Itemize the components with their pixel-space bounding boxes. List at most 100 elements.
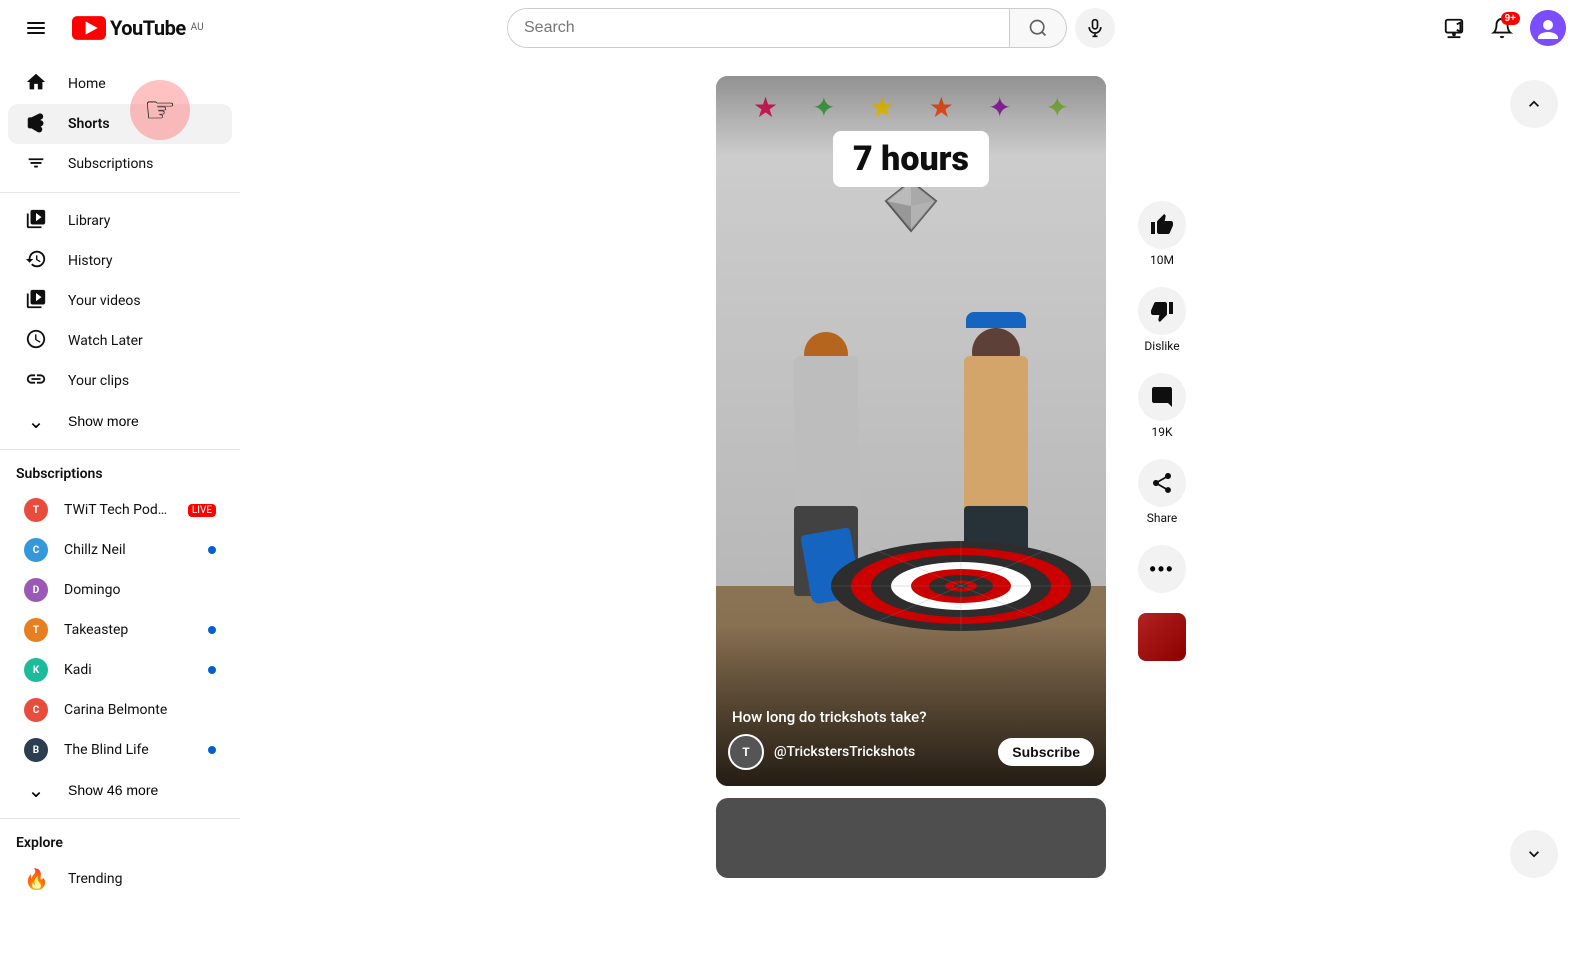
sidebar-item-shorts[interactable]: Shorts [8,104,232,144]
create-button[interactable] [1434,8,1474,48]
watch-later-icon [24,328,48,355]
comment-action: 19K [1138,373,1186,439]
header-center [272,8,1350,48]
home-icon [24,71,48,98]
search-button[interactable] [1010,8,1068,48]
channel-row: T @TrickstersTrickshots Subscribe [728,734,1094,770]
mic-button[interactable] [1075,8,1115,48]
menu-button[interactable] [16,8,56,48]
new-dot-kadi [208,666,216,674]
sidebar-item-subscriptions[interactable]: Subscriptions [8,144,232,184]
comment-button[interactable] [1138,373,1186,421]
like-action: 10M [1138,201,1186,267]
subscription-item-blindlife[interactable]: B The Blind Life [8,730,232,770]
subscription-item-carina[interactable]: C Carina Belmonte [8,690,232,730]
sub-avatar-domingo: D [24,578,48,602]
sidebar-item-history[interactable]: History [8,241,232,281]
library-icon [24,208,48,235]
show-more-subs-label: Show 46 more [68,782,158,798]
dislike-action: Dislike [1138,287,1186,353]
sidebar-item-watch-later[interactable]: Watch Later [8,321,232,361]
subscription-item-twit[interactable]: T TWiT Tech Podc... LIVE [8,490,232,530]
share-label: Share [1147,511,1178,525]
sidebar-item-trending-label: Trending [68,871,123,887]
header-left: YouTube AU [16,8,256,48]
dislike-button[interactable] [1138,287,1186,335]
channel-name: @TrickstersTrickshots [774,744,988,760]
short-video: ★ ✦ ★ ★ ✦ ✦ [716,76,1106,786]
sub-name-takeastep: Takeastep [64,622,192,638]
next-short-card[interactable] [716,798,1106,878]
more-action: ••• [1138,545,1186,593]
header-right: 9+ [1366,8,1566,48]
sidebar-item-your-videos-label: Your videos [68,293,141,309]
sub-name-chillzneil: Chillz Neil [64,542,192,558]
more-button[interactable]: ••• [1138,545,1186,593]
new-dot-chillzneil [208,546,216,554]
your-videos-icon [24,288,48,315]
history-icon [24,248,48,275]
sub-avatar-kadi: K [24,658,48,682]
main-content: ★ ✦ ★ ★ ✦ ✦ [240,56,1582,902]
user-avatar[interactable] [1530,10,1566,46]
sidebar-item-your-clips-label: Your clips [68,373,129,389]
search-bar [507,8,1010,48]
new-dot-blindlife [208,746,216,754]
sidebar-item-watch-later-label: Watch Later [68,333,143,349]
sub-avatar-twit: T [24,498,48,522]
subscription-item-domingo[interactable]: D Domingo [8,570,232,610]
subscription-item-kadi[interactable]: K Kadi [8,650,232,690]
subscription-item-takeastep[interactable]: T Takeastep [8,610,232,650]
new-dot-takeastep [208,626,216,634]
sub-avatar-chillzneil: C [24,538,48,562]
like-button[interactable] [1138,201,1186,249]
share-button[interactable] [1138,459,1186,507]
divider-3 [0,818,240,819]
clips-icon [24,368,48,395]
short-card[interactable]: ★ ✦ ★ ★ ✦ ✦ [716,76,1106,786]
scroll-down-button[interactable] [1510,830,1558,878]
sidebar-item-home[interactable]: Home [8,64,232,104]
channel-avatar: T [728,734,764,770]
subscriptions-icon [24,151,48,178]
subscribe-button[interactable]: Subscribe [998,738,1094,766]
sub-avatar-takeastep: T [24,618,48,642]
sidebar-item-shorts-label: Shorts [68,116,110,132]
sidebar-item-trending[interactable]: 🔥 Trending [8,859,232,899]
logo-text: YouTube [110,16,186,40]
show-more-subs-button[interactable]: ⌄ Show 46 more [8,770,232,810]
notifications-button[interactable]: 9+ [1482,8,1522,48]
sub-name-carina: Carina Belmonte [64,702,216,718]
shorts-icon [24,111,48,138]
header: YouTube AU [0,0,1582,56]
search-input[interactable] [508,9,1009,47]
dislike-label: Dislike [1144,339,1179,353]
live-badge-twit: LIVE [188,504,216,517]
share-action: Share [1138,459,1186,525]
logo-country: AU [191,22,204,33]
divider-1 [0,192,240,193]
sidebar-item-library-label: Library [68,213,110,229]
subscriptions-title: Subscriptions [0,458,240,490]
comment-count: 19K [1151,425,1172,439]
sub-name-twit: TWiT Tech Podc... [64,502,172,518]
hours-text: 7 hours [853,139,969,179]
like-count: 10M [1150,253,1174,267]
sub-name-domingo: Domingo [64,582,216,598]
sidebar-item-subscriptions-label: Subscriptions [68,156,153,172]
sidebar-item-your-clips[interactable]: Your clips [8,361,232,401]
next-video-thumb[interactable] [1138,613,1186,661]
subscription-item-chillzneil[interactable]: C Chillz Neil [8,530,232,570]
short-title: How long do trickshots take? [732,708,1090,726]
sidebar-item-your-videos[interactable]: Your videos [8,281,232,321]
notification-badge: 9+ [1501,12,1520,25]
shorts-container: ★ ✦ ★ ★ ✦ ✦ [711,56,1111,898]
show-more-button[interactable]: ⌄ Show more [8,401,232,441]
logo[interactable]: YouTube AU [72,16,204,40]
trending-icon: 🔥 [24,867,48,891]
sub-name-blindlife: The Blind Life [64,742,192,758]
scroll-up-button[interactable] [1510,80,1558,128]
sidebar-item-library[interactable]: Library [8,201,232,241]
short-card-wrapper: ★ ✦ ★ ★ ✦ ✦ [716,76,1106,786]
sidebar-item-history-label: History [68,253,113,269]
